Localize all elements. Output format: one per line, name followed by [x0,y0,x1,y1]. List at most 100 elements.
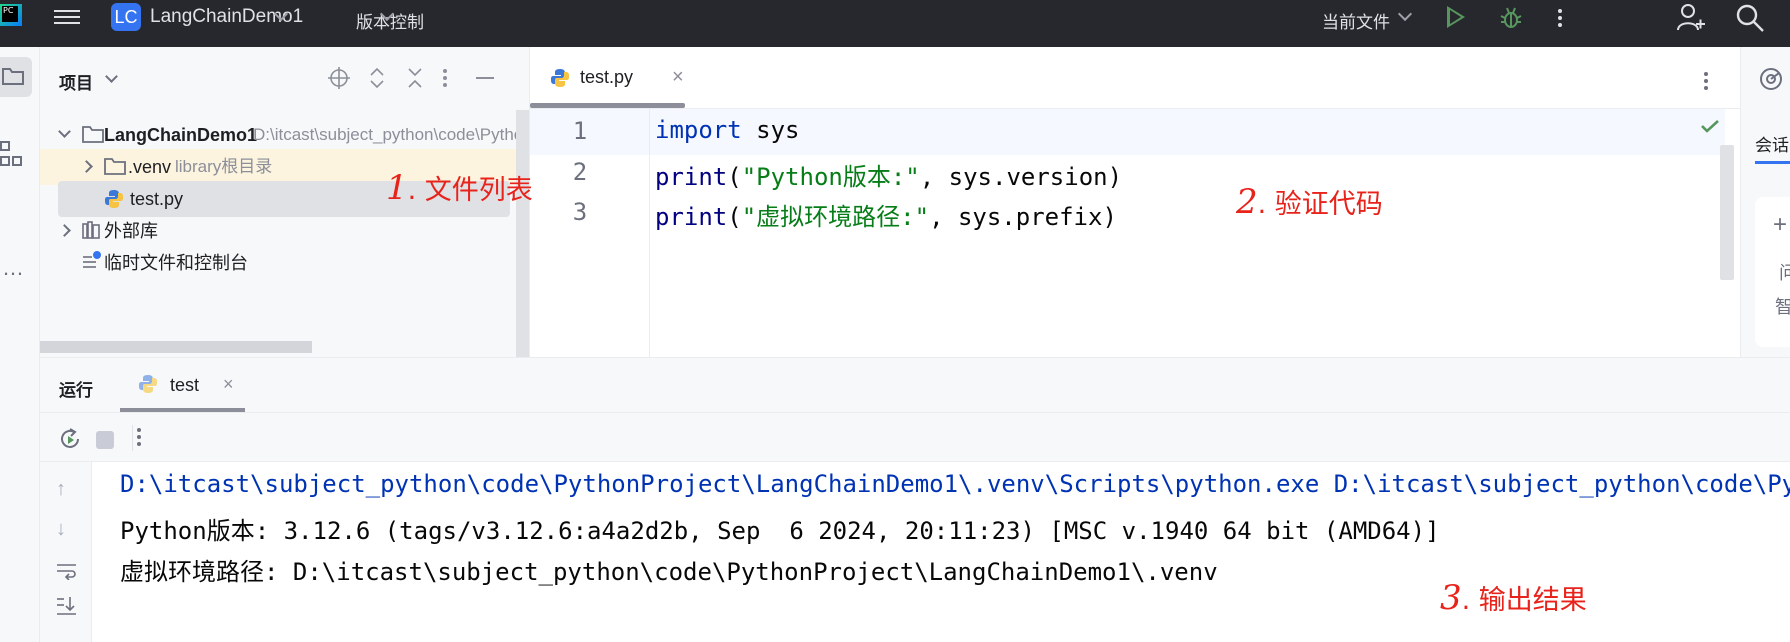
code-text: , sys.version) [919,163,1123,191]
run-panel-title[interactable]: 运行 [59,376,93,401]
horizontal-scrollbar[interactable] [40,341,312,353]
stop-icon[interactable] [96,431,114,449]
chevron-right-icon[interactable] [80,160,93,173]
debug-icon[interactable] [1500,6,1522,30]
code-function: print [655,163,728,191]
rerun-icon[interactable] [58,427,82,451]
code-line-3[interactable]: print("虚拟环境路径:", sys.prefix) [655,197,1117,232]
code-text: sys [741,116,800,144]
plus-icon[interactable]: + [1773,211,1787,239]
annotation-output: 3. 输出结果 [1440,578,1587,618]
minimize-icon[interactable] [476,77,494,79]
console-line: D:\itcast\subject_python\code\PythonProj… [120,470,1790,498]
tree-item-label: .venv [128,157,172,177]
down-arrow-icon[interactable]: ↓ [56,518,66,541]
tree-item-scratches[interactable]: 临时文件和控制台 [40,245,529,281]
left-tool-strip: … [0,47,40,642]
ai-assistant-strip: 会话 + 问 智 [1740,47,1790,357]
tree-item-path: D:\itcast\subject_python\code\PythonProj… [253,125,530,144]
chat-tab[interactable]: 会话 [1755,131,1789,156]
ai-card[interactable]: + 问 智 [1755,197,1790,347]
add-user-icon[interactable] [1676,2,1706,32]
run-toolbar [40,412,1790,462]
title-bar: PC LC LangChainDemo1 版本控制 当前文件 [0,0,1790,47]
card-text: 智 [1775,293,1790,319]
tree-item-label: 外部库 [104,221,158,241]
tree-item-label: 临时文件和控制台 [104,253,248,273]
python-file-icon [551,69,569,87]
more-icon[interactable] [136,425,142,449]
console-line: 虚拟环境路径: D:\itcast\subject_python\code\Py… [120,558,1218,586]
tab-label: test [170,375,200,395]
active-tab-indicator [530,103,685,108]
run-icon[interactable] [1447,6,1465,28]
line-number: 3 [572,198,588,226]
vertical-scrollbar[interactable] [516,110,529,357]
toolbar-separator [132,425,133,451]
chevron-right-icon[interactable] [58,224,71,237]
locate-icon[interactable] [328,67,350,89]
run-tab-test[interactable]: test × [120,372,263,412]
structure-icon[interactable] [0,141,24,167]
chevron-down-icon[interactable] [58,125,71,138]
code-line-1[interactable]: import sys [655,116,800,144]
search-icon[interactable] [1736,4,1764,32]
code-text: ( [727,203,742,231]
close-icon[interactable]: × [672,66,684,89]
chevron-down-icon[interactable] [105,70,118,83]
annotation-text: . 验证代码 [1257,189,1383,220]
ai-assistant-icon[interactable] [1759,67,1783,91]
annotation-number: 2 [1236,182,1258,222]
expand-all-icon[interactable] [368,67,386,89]
console-gutter: ↑ ↓ [40,462,92,642]
close-icon[interactable]: × [223,374,234,395]
line-number: 2 [572,158,588,186]
annotation-text: . 输出结果 [1461,585,1587,616]
panel-title[interactable]: 项目 [59,69,93,94]
tab-label: test.py [580,67,634,87]
code-line-2[interactable]: print("Python版本:", sys.version) [655,157,1122,192]
console-line: Python版本: 3.12.6 (tags/v3.12.6:a4a2d2b, … [120,517,1440,545]
tree-item-external-libs[interactable]: 外部库 [40,213,529,249]
more-tools-icon[interactable]: … [2,255,26,281]
project-badge[interactable]: LC [111,3,141,31]
hamburger-icon[interactable] [54,6,80,28]
editor-tab-bar: test.py × [530,47,1740,109]
library-icon [82,221,100,239]
more-icon[interactable] [1557,6,1563,30]
python-file-icon [139,375,157,393]
annotation-number: 3 [1440,578,1462,618]
line-number: 1 [572,117,588,145]
tree-item-label: test.py [130,189,184,209]
tree-item-sub: library根目录 [175,157,273,176]
check-icon[interactable] [1700,119,1720,133]
editor-scrollbar[interactable] [1720,145,1734,280]
tree-item-label: LangChainDemo1 [104,125,258,145]
scratch-icon [83,251,101,268]
annotation-file-list: 1. 文件列表 [386,168,533,208]
chevron-down-icon[interactable] [1397,6,1413,22]
more-icon[interactable] [1703,69,1709,93]
soft-wrap-icon[interactable] [56,562,78,580]
code-text: ( [727,163,742,191]
tree-item-project-root[interactable]: LangChainDemo1 D:\itcast\subject_python\… [40,117,530,153]
code-function: print [655,203,728,231]
scroll-end-icon[interactable] [56,596,78,616]
code-editor: test.py × 1 2 3 import sys print("Python… [530,47,1740,357]
collapse-all-icon[interactable] [406,67,424,89]
folder-icon [104,158,126,175]
project-tool-icon[interactable] [0,57,32,97]
run-panel-header: 运行 test × [40,357,1790,412]
python-file-icon [105,190,123,208]
panel-options-icon[interactable] [442,66,448,90]
active-tab-indicator [1755,161,1790,164]
up-arrow-icon[interactable]: ↑ [56,478,66,501]
annotation-verify-code: 2. 验证代码 [1236,182,1383,222]
editor-gutter [530,109,650,357]
folder-icon [82,126,104,143]
annotation-text: . 文件列表 [407,175,533,206]
code-string: "虚拟环境路径:" [741,203,930,231]
code-keyword: import [655,116,742,144]
run-config-selector[interactable]: 当前文件 [1322,8,1390,33]
pycharm-logo[interactable]: PC [0,4,22,26]
